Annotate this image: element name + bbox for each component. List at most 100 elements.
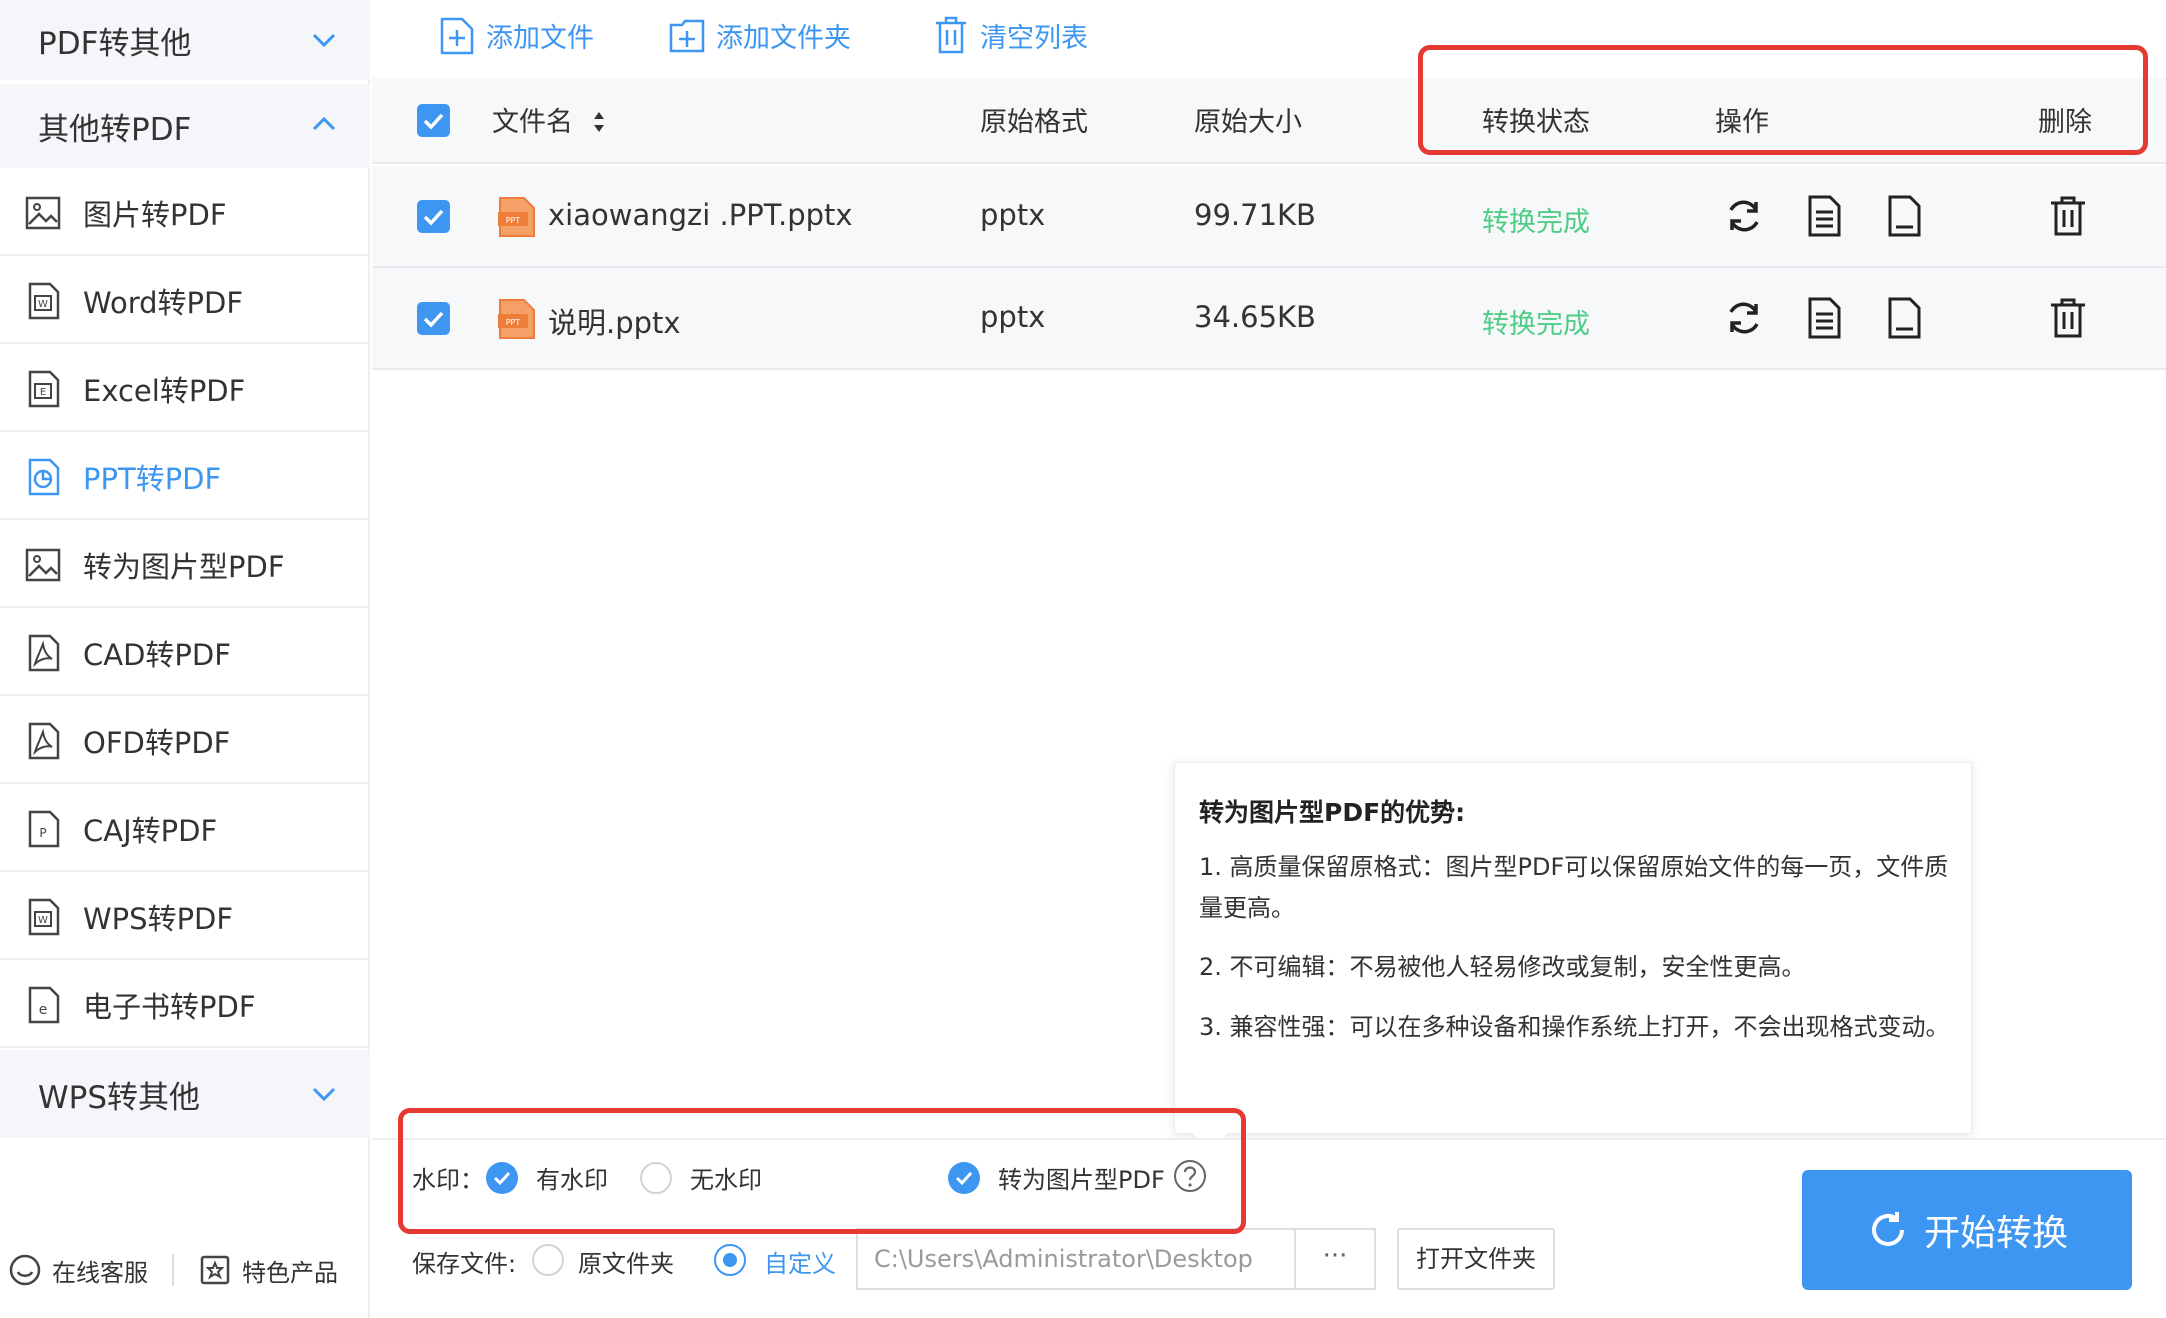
sidebar-category-pdf-to-other[interactable]: PDF转其他 — [0, 0, 370, 80]
clear-list-button[interactable]: 清空列表 — [932, 12, 1088, 58]
app-window: PDF转其他 其他转PDF 图片转PDF W Word转PDF E Excel转… — [0, 0, 2166, 1318]
image-pdf-tooltip: 转为图片型PDF的优势: 1. 高质量保留原格式：图片型PDF可以保留原始文件的… — [1174, 762, 1972, 1153]
row-status: 转换完成 — [1482, 207, 1590, 238]
sidebar-item-label: PPT转PDF — [83, 462, 222, 496]
trash-icon — [936, 16, 966, 54]
open-file-icon[interactable] — [1882, 194, 1926, 238]
row-checkbox[interactable] — [417, 302, 450, 335]
svg-text:P: P — [39, 826, 46, 840]
row-checkbox[interactable] — [417, 200, 450, 233]
add-file-icon — [440, 17, 474, 55]
ppt-file-icon — [28, 458, 60, 496]
open-file-icon[interactable] — [1882, 296, 1926, 340]
sidebar-category-other-to-pdf[interactable]: 其他转PDF — [0, 84, 370, 168]
add-file-label: 添加文件 — [486, 22, 594, 54]
row-filename: xiaowangzi .PPT.pptx — [548, 198, 853, 232]
category-label: PDF转其他 — [38, 25, 192, 62]
image-icon — [25, 548, 61, 582]
custom-folder-label: 自定义 — [764, 1250, 836, 1278]
svg-text:E: E — [40, 387, 46, 398]
header-filename[interactable]: 文件名 — [492, 100, 606, 139]
wps-file-icon: W — [28, 898, 60, 936]
clear-list-label: 清空列表 — [980, 22, 1088, 54]
refresh-icon[interactable] — [1722, 194, 1766, 238]
header-filename-label: 文件名 — [492, 107, 573, 138]
featured-products-label: 特色产品 — [242, 1258, 338, 1287]
sidebar-item-word-to-pdf[interactable]: W Word转PDF — [0, 256, 370, 344]
start-conversion-label: 开始转换 — [1923, 1213, 2068, 1254]
browse-button[interactable]: ··· — [1294, 1228, 1376, 1290]
sidebar-item-ppt-to-pdf[interactable]: PPT转PDF — [0, 432, 370, 520]
start-conversion-button[interactable]: 开始转换 — [1802, 1170, 2132, 1290]
refresh-icon — [1871, 1212, 1904, 1246]
sidebar: PDF转其他 其他转PDF 图片转PDF W Word转PDF E Excel转… — [0, 0, 370, 1318]
sidebar-item-to-image-pdf[interactable]: 转为图片型PDF — [0, 520, 370, 608]
sidebar-category-wps-to-other[interactable]: WPS转其他 — [0, 1050, 370, 1138]
row-size: 99.71KB — [1194, 198, 1316, 232]
select-all-checkbox[interactable] — [417, 104, 450, 137]
sidebar-item-caj-to-pdf[interactable]: P CAJ转PDF — [0, 784, 370, 872]
caj-file-icon: P — [28, 810, 60, 848]
add-folder-icon — [669, 19, 705, 53]
add-folder-button[interactable]: 添加文件夹 — [668, 12, 851, 58]
products-icon — [200, 1255, 230, 1285]
sidebar-item-label: OFD转PDF — [83, 726, 231, 760]
footer-divider — [172, 1254, 174, 1286]
delete-icon[interactable] — [2046, 296, 2090, 340]
check-icon — [423, 113, 444, 130]
row-format: pptx — [980, 300, 1046, 334]
add-folder-label: 添加文件夹 — [716, 22, 851, 54]
sidebar-item-image-to-pdf[interactable]: 图片转PDF — [0, 168, 370, 256]
tooltip-point: 2. 不可编辑：不易被他人轻易修改或复制，安全性更高。 — [1199, 953, 1806, 981]
chevron-down-icon — [312, 1087, 336, 1102]
chevron-down-icon — [312, 33, 336, 48]
sidebar-item-label: 电子书转PDF — [83, 990, 256, 1024]
add-file-button[interactable]: 添加文件 — [438, 12, 594, 58]
ebook-file-icon: e — [28, 986, 60, 1024]
sidebar-item-wps-to-pdf[interactable]: W WPS转PDF — [0, 872, 370, 960]
document-icon[interactable] — [1802, 296, 1846, 340]
delete-icon[interactable] — [2046, 194, 2090, 238]
row-size: 34.65KB — [1194, 300, 1316, 334]
online-service-link[interactable]: 在线客服 — [8, 1248, 148, 1292]
row-filename: 说明.pptx — [548, 306, 681, 340]
image-icon — [25, 196, 61, 230]
sidebar-item-label: CAJ转PDF — [83, 814, 218, 848]
sidebar-item-cad-to-pdf[interactable]: CAD转PDF — [0, 608, 370, 696]
document-icon[interactable] — [1802, 194, 1846, 238]
original-folder-radio[interactable] — [532, 1244, 564, 1276]
pdf-file-icon — [28, 634, 60, 672]
excel-file-icon: E — [28, 370, 60, 408]
word-file-icon: W — [28, 282, 60, 320]
ppt-file-icon: PPT — [498, 197, 535, 237]
svg-text:W: W — [38, 915, 48, 926]
sidebar-item-label: WPS转PDF — [83, 902, 234, 936]
sort-icon — [593, 112, 604, 132]
sidebar-item-label: Word转PDF — [83, 286, 244, 320]
save-path-input[interactable]: C:\Users\Administrator\Desktop — [856, 1228, 1294, 1290]
annotation-box-status-columns — [1418, 45, 2148, 155]
sidebar-item-ebook-to-pdf[interactable]: e 电子书转PDF — [0, 960, 370, 1048]
svg-text:PPT: PPT — [506, 318, 521, 327]
svg-text:PPT: PPT — [506, 216, 521, 225]
check-icon — [423, 209, 444, 226]
category-label: 其他转PDF — [38, 111, 192, 148]
row-format: pptx — [980, 198, 1046, 232]
save-location-label: 保存文件: — [412, 1250, 517, 1278]
ppt-file-icon: PPT — [498, 299, 535, 339]
svg-text:W: W — [38, 299, 48, 310]
category-label: WPS转其他 — [38, 1079, 201, 1116]
sidebar-item-excel-to-pdf[interactable]: E Excel转PDF — [0, 344, 370, 432]
custom-folder-radio[interactable] — [714, 1244, 746, 1276]
svg-text:e: e — [39, 1002, 48, 1018]
sidebar-item-label: 图片转PDF — [83, 198, 227, 232]
header-size: 原始大小 — [1194, 107, 1302, 138]
table-row: PPT 说明.pptx pptx 34.65KB 转换完成 — [372, 268, 2166, 370]
check-icon — [423, 311, 444, 328]
open-folder-button[interactable]: 打开文件夹 — [1397, 1228, 1555, 1290]
row-status: 转换完成 — [1482, 309, 1590, 340]
sidebar-item-ofd-to-pdf[interactable]: OFD转PDF — [0, 696, 370, 784]
refresh-icon[interactable] — [1722, 296, 1766, 340]
sidebar-item-label: CAD转PDF — [83, 638, 231, 672]
featured-products-link[interactable]: 特色产品 — [198, 1248, 338, 1292]
